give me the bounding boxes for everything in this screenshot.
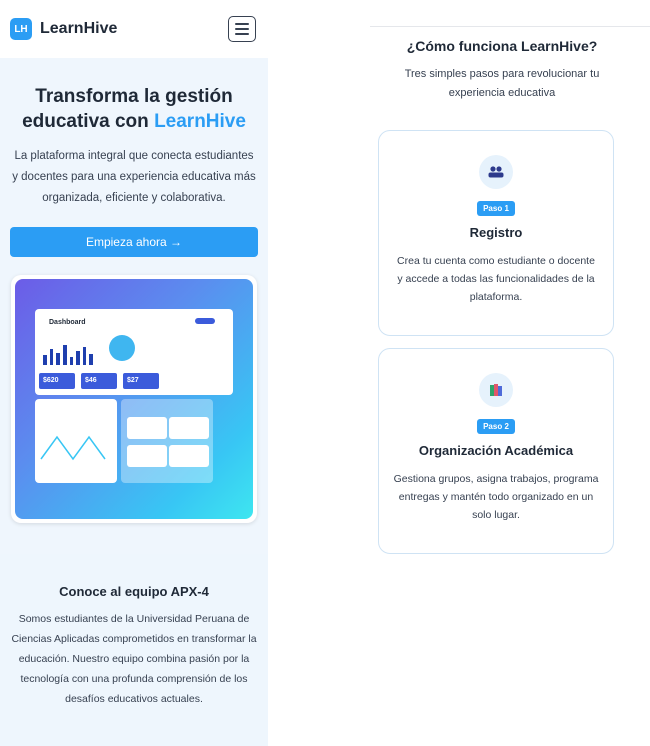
users-card bbox=[121, 399, 213, 483]
step-title: Organización Académica bbox=[418, 443, 574, 458]
wave-chart bbox=[40, 435, 106, 461]
line-chart-card bbox=[35, 399, 117, 483]
logo-badge: LH bbox=[10, 18, 32, 40]
hero-description: La plataforma integral que conecta estud… bbox=[12, 150, 256, 204]
hero-title: Transforma la gestión educativa con Lear… bbox=[10, 84, 258, 134]
step-card-1: Paso 1 Registro Crea tu cuenta como estu… bbox=[378, 130, 614, 336]
divider bbox=[370, 26, 650, 27]
user-chip bbox=[127, 417, 167, 439]
top-navbar: LH LearnHive bbox=[0, 0, 268, 58]
books-icon bbox=[479, 373, 513, 407]
brand-logo[interactable]: LH LearnHive bbox=[10, 18, 117, 40]
avatar bbox=[109, 335, 135, 361]
step-description: Crea tu cuenta como estudiante o docente… bbox=[397, 255, 595, 303]
how-title: ¿Cómo funciona LearnHive? bbox=[406, 38, 598, 54]
dashboard-preview-image: Dashboard $620 $46 $27 bbox=[11, 275, 257, 523]
mini-bar-chart bbox=[43, 343, 93, 365]
user-chip bbox=[127, 445, 167, 467]
dashboard-mockup: Dashboard $620 $46 $27 bbox=[15, 279, 253, 519]
stat-3: $27 bbox=[123, 373, 159, 389]
user-chip bbox=[169, 445, 209, 467]
mobile-home-panel: LH LearnHive Transforma la gestión educa… bbox=[0, 0, 268, 746]
dashboard-pill bbox=[195, 318, 215, 324]
start-now-button[interactable]: Empieza ahora → bbox=[10, 227, 258, 257]
hamburger-menu-icon[interactable] bbox=[228, 16, 256, 42]
stat-2: $46 bbox=[81, 373, 117, 389]
dashboard-title: Dashboard bbox=[49, 319, 86, 326]
step-badge: Paso 1 bbox=[477, 201, 515, 216]
step-description: Gestiona grupos, asigna trabajos, progra… bbox=[393, 473, 599, 521]
team-description: Somos estudiantes de la Universidad Peru… bbox=[11, 613, 257, 705]
hero-section: Transforma la gestión educativa con Lear… bbox=[0, 58, 268, 257]
team-title: Conoce al equipo APX-4 bbox=[59, 584, 209, 599]
step-card-2: Paso 2 Organización Académica Gestiona g… bbox=[378, 348, 614, 554]
hero-title-accent: LearnHive bbox=[154, 111, 246, 132]
brand-name: LearnHive bbox=[40, 20, 118, 37]
step-title: Registro bbox=[469, 225, 523, 240]
users-icon bbox=[479, 155, 513, 189]
how-it-works-panel: ¿Cómo funciona LearnHive? Tres simples p… bbox=[370, 0, 650, 746]
stat-1: $620 bbox=[39, 373, 75, 389]
user-chip bbox=[169, 417, 209, 439]
dashboard-card: Dashboard $620 $46 $27 bbox=[35, 309, 233, 395]
how-subtitle: Tres simples pasos para revolucionar tu … bbox=[404, 68, 600, 99]
step-badge: Paso 2 bbox=[477, 419, 515, 434]
team-section: Conoce al equipo APX-4 Somos estudiantes… bbox=[0, 554, 268, 746]
